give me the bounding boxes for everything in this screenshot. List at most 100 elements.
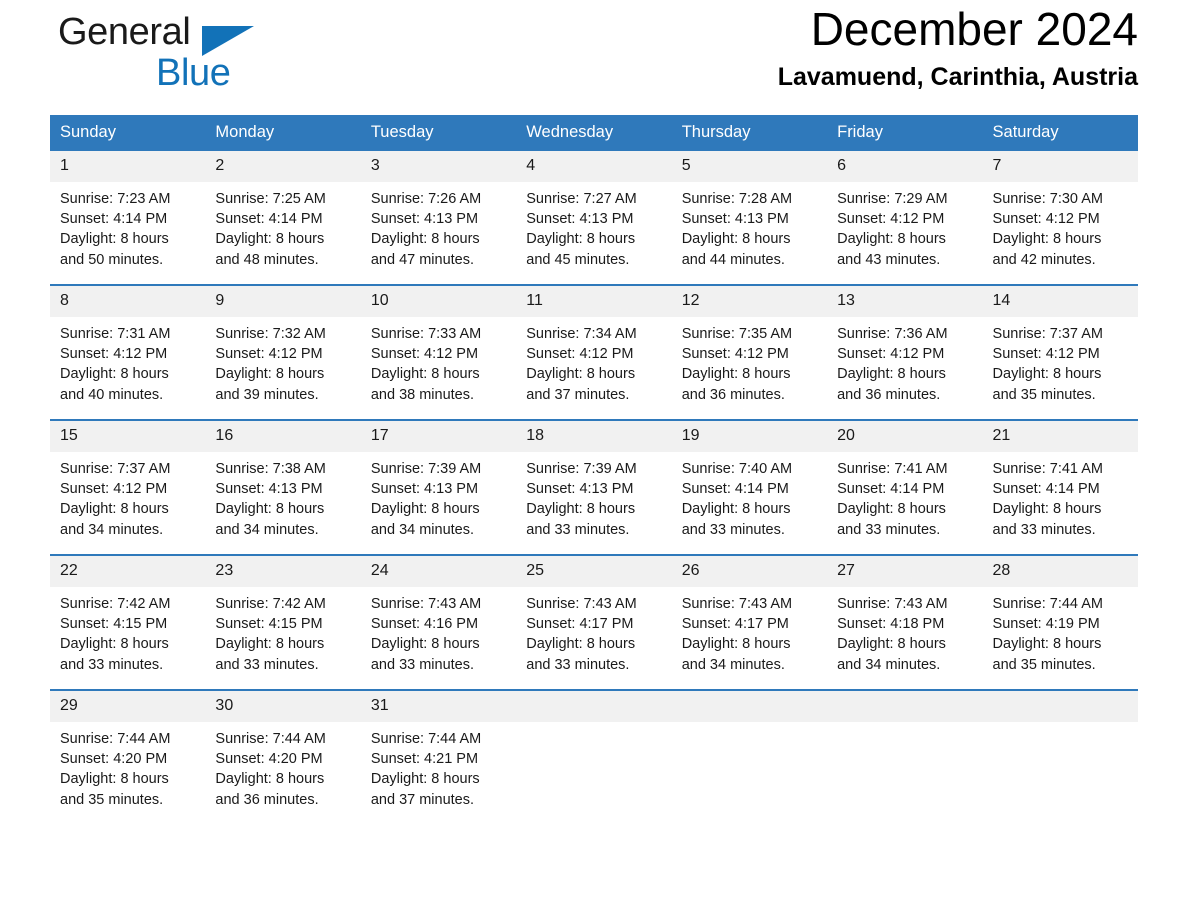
day-number: 19 bbox=[671, 421, 828, 452]
day-cell[interactable]: 10 Sunrise: 7:33 AM Sunset: 4:12 PM Dayligh… bbox=[360, 284, 517, 420]
day-number bbox=[827, 691, 983, 722]
sunset-text: Sunset: 4:13 PM bbox=[215, 481, 323, 498]
day-cell[interactable]: 3 Sunrise: 7:26 AM Sunset: 4:13 PM Daylight… bbox=[360, 151, 517, 285]
day-cell[interactable]: 25 Sunrise: 7:43 AM Sunset: 4:17 PM Dayligh… bbox=[516, 554, 672, 690]
day-cell[interactable]: 30 Sunrise: 7:44 AM Sunset: 4:20 PM Dayligh… bbox=[205, 689, 361, 824]
day-cell[interactable]: 31 Sunrise: 7:44 AM Sunset: 4:21 PM Dayligh… bbox=[360, 689, 517, 824]
day-details: Sunrise: 7:35 AM Sunset: 4:12 PM Daylight:… bbox=[672, 317, 827, 405]
day-number: 12 bbox=[671, 286, 828, 317]
daylight-text-line2: and 40 minutes. bbox=[60, 386, 164, 403]
day-cell[interactable]: 16 Sunrise: 7:38 AM Sunset: 4:13 PM Dayligh… bbox=[205, 419, 361, 555]
daylight-text-line1: Daylight: 8 hours bbox=[526, 366, 636, 383]
day-cell[interactable]: 27 Sunrise: 7:43 AM Sunset: 4:18 PM Dayligh… bbox=[827, 554, 983, 690]
sunset-text: Sunset: 4:12 PM bbox=[681, 346, 789, 363]
day-details: Sunrise: 7:31 AM Sunset: 4:12 PM Daylight:… bbox=[50, 317, 205, 405]
sunset-text: Sunset: 4:13 PM bbox=[526, 211, 634, 228]
day-cell[interactable]: 22 Sunrise: 7:42 AM Sunset: 4:15 PM Dayligh… bbox=[50, 554, 206, 690]
sunrise-text: Sunrise: 7:41 AM bbox=[992, 461, 1103, 477]
daylight-text-line2: and 33 minutes. bbox=[215, 656, 319, 673]
sunrise-text: Sunrise: 7:32 AM bbox=[215, 326, 326, 342]
location-subtitle: Lavamuend, Carinthia, Austria bbox=[777, 63, 1138, 91]
daylight-text-line2: and 34 minutes. bbox=[370, 521, 475, 538]
day-cell[interactable]: 11 Sunrise: 7:34 AM Sunset: 4:12 PM Dayligh… bbox=[516, 284, 672, 420]
daylight-text-line1: Daylight: 8 hours bbox=[215, 231, 325, 248]
day-cell[interactable]: 4 Sunrise: 7:27 AM Sunset: 4:13 PM Daylight… bbox=[516, 151, 672, 285]
day-cell[interactable]: 24 Sunrise: 7:43 AM Sunset: 4:16 PM Dayligh… bbox=[360, 554, 517, 690]
day-cell[interactable]: 1 Sunrise: 7:23 AM Sunset: 4:14 PM Daylight… bbox=[50, 151, 206, 285]
day-number: 6 bbox=[827, 151, 983, 182]
day-number: 18 bbox=[516, 421, 672, 452]
day-cell[interactable]: 7 Sunrise: 7:30 AM Sunset: 4:12 PM Daylight… bbox=[982, 151, 1138, 285]
day-cell[interactable]: 29 Sunrise: 7:44 AM Sunset: 4:20 PM Dayligh… bbox=[50, 689, 206, 824]
day-number: 11 bbox=[516, 286, 672, 317]
daylight-text-line2: and 36 minutes. bbox=[837, 386, 941, 403]
day-details: Sunrise: 7:41 AM Sunset: 4:14 PM Daylight:… bbox=[983, 452, 1138, 540]
sunrise-text: Sunrise: 7:37 AM bbox=[992, 326, 1103, 342]
day-cell[interactable]: 14 Sunrise: 7:37 AM Sunset: 4:12 PM Dayligh… bbox=[982, 284, 1138, 420]
day-cell[interactable]: 26 Sunrise: 7:43 AM Sunset: 4:17 PM Dayligh… bbox=[671, 554, 828, 690]
daylight-text-line2: and 35 minutes. bbox=[992, 386, 1096, 403]
day-cell[interactable]: 23 Sunrise: 7:42 AM Sunset: 4:15 PM Dayligh… bbox=[205, 554, 361, 690]
calendar-body: 1 Sunrise: 7:23 AM Sunset: 4:14 PM Daylight… bbox=[50, 151, 1138, 824]
day-cell[interactable]: 19 Sunrise: 7:40 AM Sunset: 4:14 PM Dayligh… bbox=[671, 419, 828, 555]
daylight-text-line1: Daylight: 8 hours bbox=[681, 501, 791, 518]
day-cell[interactable]: 28 Sunrise: 7:44 AM Sunset: 4:19 PM Dayligh… bbox=[982, 554, 1138, 690]
sunset-text: Sunset: 4:18 PM bbox=[837, 616, 945, 633]
sunrise-text: Sunrise: 7:40 AM bbox=[681, 461, 793, 477]
day-number: 7 bbox=[982, 151, 1138, 182]
daylight-text-line2: and 37 minutes. bbox=[370, 791, 475, 808]
day-number: 26 bbox=[671, 556, 828, 587]
day-details: Sunrise: 7:34 AM Sunset: 4:12 PM Daylight:… bbox=[516, 317, 671, 405]
day-cell[interactable]: 8 Sunrise: 7:31 AM Sunset: 4:12 PM Daylight… bbox=[50, 284, 206, 420]
sunset-text: Sunset: 4:14 PM bbox=[60, 211, 168, 228]
day-cell[interactable]: 5 Sunrise: 7:28 AM Sunset: 4:13 PM Daylight… bbox=[671, 151, 828, 285]
day-cell[interactable]: 9 Sunrise: 7:32 AM Sunset: 4:12 PM Daylight… bbox=[205, 284, 361, 420]
day-cell[interactable]: 13 Sunrise: 7:36 AM Sunset: 4:12 PM Dayligh… bbox=[827, 284, 983, 420]
day-cell-empty bbox=[516, 689, 672, 824]
daylight-text-line1: Daylight: 8 hours bbox=[681, 636, 791, 653]
daylight-text-line1: Daylight: 8 hours bbox=[60, 501, 169, 518]
sunrise-text: Sunrise: 7:34 AM bbox=[526, 326, 637, 342]
daylight-text-line2: and 38 minutes. bbox=[370, 386, 475, 403]
daylight-text-line1: Daylight: 8 hours bbox=[60, 771, 169, 788]
day-details: Sunrise: 7:44 AM Sunset: 4:19 PM Daylight:… bbox=[983, 587, 1138, 675]
day-cell[interactable]: 6 Sunrise: 7:29 AM Sunset: 4:12 PM Daylight… bbox=[827, 151, 983, 285]
sunset-text: Sunset: 4:14 PM bbox=[837, 481, 945, 498]
day-cell[interactable]: 12 Sunrise: 7:35 AM Sunset: 4:12 PM Dayligh… bbox=[671, 284, 828, 420]
title-block: December 2024 Lavamuend, Carinthia, Aust… bbox=[778, 0, 1138, 94]
sunrise-text: Sunrise: 7:26 AM bbox=[370, 191, 482, 207]
weekday-header-saturday: Saturday bbox=[982, 115, 1138, 151]
daylight-text-line1: Daylight: 8 hours bbox=[992, 636, 1102, 653]
day-cell[interactable]: 18 Sunrise: 7:39 AM Sunset: 4:13 PM Dayligh… bbox=[516, 419, 672, 555]
day-number: 16 bbox=[205, 421, 361, 452]
sunset-text: Sunset: 4:13 PM bbox=[681, 211, 789, 228]
daylight-text-line2: and 43 minutes. bbox=[837, 251, 941, 268]
day-details: Sunrise: 7:44 AM Sunset: 4:20 PM Daylight:… bbox=[205, 722, 360, 810]
sunrise-text: Sunrise: 7:43 AM bbox=[370, 596, 482, 612]
daylight-text-line1: Daylight: 8 hours bbox=[837, 231, 946, 248]
day-number: 13 bbox=[827, 286, 983, 317]
sunset-text: Sunset: 4:12 PM bbox=[526, 346, 634, 363]
day-cell[interactable]: 20 Sunrise: 7:41 AM Sunset: 4:14 PM Dayligh… bbox=[827, 419, 983, 555]
daylight-text-line1: Daylight: 8 hours bbox=[992, 231, 1102, 248]
daylight-text-line2: and 34 minutes. bbox=[837, 656, 941, 673]
daylight-text-line1: Daylight: 8 hours bbox=[681, 231, 791, 248]
sunrise-text: Sunrise: 7:42 AM bbox=[60, 596, 171, 612]
day-cell[interactable]: 21 Sunrise: 7:41 AM Sunset: 4:14 PM Dayligh… bbox=[982, 419, 1138, 555]
day-cell[interactable]: 15 Sunrise: 7:37 AM Sunset: 4:12 PM Dayligh… bbox=[50, 419, 206, 555]
daylight-text-line2: and 33 minutes. bbox=[526, 521, 630, 538]
day-number: 14 bbox=[982, 286, 1138, 317]
day-details: Sunrise: 7:40 AM Sunset: 4:14 PM Daylight:… bbox=[672, 452, 827, 540]
daylight-text-line2: and 42 minutes. bbox=[992, 251, 1096, 268]
sunset-text: Sunset: 4:14 PM bbox=[681, 481, 789, 498]
weekday-header-monday: Monday bbox=[205, 115, 361, 151]
sunset-text: Sunset: 4:12 PM bbox=[992, 211, 1100, 228]
daylight-text-line1: Daylight: 8 hours bbox=[681, 366, 791, 383]
daylight-text-line2: and 39 minutes. bbox=[215, 386, 319, 403]
sunrise-text: Sunrise: 7:44 AM bbox=[215, 731, 326, 747]
day-cell[interactable]: 17 Sunrise: 7:39 AM Sunset: 4:13 PM Dayligh… bbox=[360, 419, 517, 555]
sunset-text: Sunset: 4:14 PM bbox=[215, 211, 323, 228]
day-cell[interactable]: 2 Sunrise: 7:25 AM Sunset: 4:14 PM Daylight… bbox=[205, 151, 361, 285]
day-details: Sunrise: 7:38 AM Sunset: 4:13 PM Daylight:… bbox=[205, 452, 360, 540]
daylight-text-line2: and 33 minutes. bbox=[681, 521, 785, 538]
